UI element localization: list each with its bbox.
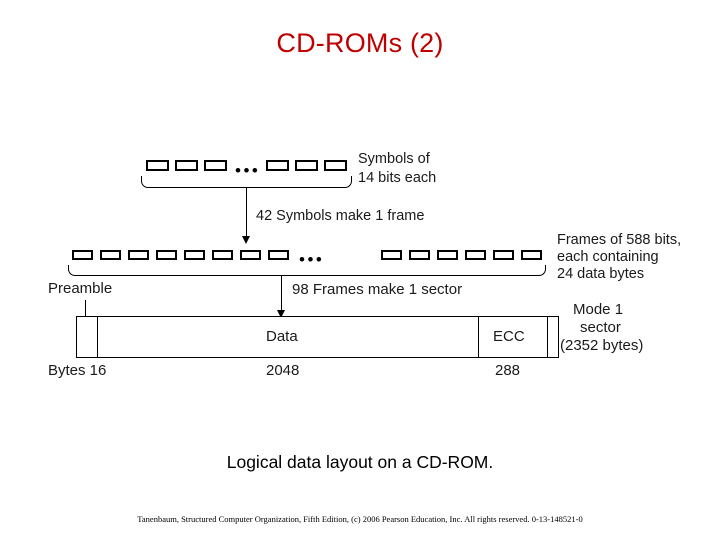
frame-box [521, 250, 542, 260]
frame-box [184, 250, 205, 260]
frame-box [465, 250, 486, 260]
symbol-box [146, 160, 169, 171]
symbols-to-frame-arrow-head [241, 236, 250, 244]
frame-box [72, 250, 93, 260]
sector-bar [76, 316, 548, 358]
preamble-label: Preamble [48, 280, 113, 297]
symbols-label-line2: 14 bits each [358, 170, 437, 186]
ecc-field-label: ECC [493, 328, 525, 345]
frame-box [156, 250, 177, 260]
bytes-16-label: Bytes 16 [48, 362, 107, 379]
mode1-sector-bracket [548, 316, 559, 358]
frames-label-line2: each containing [557, 249, 659, 265]
symbols-to-frame-label: 42 Symbols make 1 frame [256, 208, 425, 224]
cd-rom-layout-diagram: ••• Symbols of 14 bits each 42 Symbols m… [0, 130, 720, 390]
frames-label-line3: 24 data bytes [557, 266, 645, 282]
mode1-label-line3: (2352 bytes) [560, 337, 644, 354]
frame-box [381, 250, 402, 260]
frames-bracket [68, 265, 546, 276]
slide-title: CD-ROMs (2) [276, 28, 444, 58]
frame-box [268, 250, 289, 260]
preamble-divider [97, 317, 98, 357]
ecc-divider [478, 317, 479, 357]
copyright-footer: Tanenbaum, Structured Computer Organizat… [137, 514, 583, 524]
symbol-box [175, 160, 198, 171]
mode1-label-line2: sector [580, 319, 621, 336]
frame-box [493, 250, 514, 260]
frame-box [240, 250, 261, 260]
frame-box [212, 250, 233, 260]
frame-box [100, 250, 121, 260]
frames-ellipsis: ••• [299, 250, 325, 269]
symbol-box [324, 160, 347, 171]
symbols-label-line1: Symbols of [358, 151, 430, 167]
data-bytes-label: 2048 [266, 362, 300, 379]
symbol-box [295, 160, 318, 171]
frame-box [409, 250, 430, 260]
symbol-box [266, 160, 289, 171]
frame-box [128, 250, 149, 260]
symbol-box [204, 160, 227, 171]
data-field-label: Data [266, 328, 298, 345]
frame-box [437, 250, 458, 260]
frames-label-line1: Frames of 588 bits, [557, 232, 682, 248]
ecc-bytes-label: 288 [495, 362, 521, 379]
frames-to-sector-arrow-line [281, 284, 282, 312]
frames-to-sector-label: 98 Frames make 1 sector [292, 281, 463, 298]
mode1-label-line1: Mode 1 [573, 301, 624, 318]
symbols-to-frame-arrow-line [246, 198, 247, 238]
symbols-ellipsis: ••• [235, 161, 261, 180]
figure-caption: Logical data layout on a CD-ROM. [226, 452, 494, 472]
